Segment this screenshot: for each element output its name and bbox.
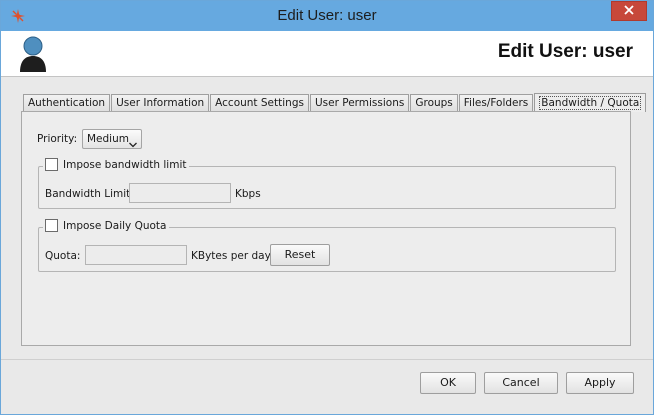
bandwidth-quota-panel: Priority: Medium Impose bandwidth limit …: [21, 111, 631, 346]
priority-select[interactable]: Medium: [82, 129, 142, 149]
cancel-button[interactable]: Cancel: [484, 372, 558, 394]
reset-button[interactable]: Reset: [270, 244, 330, 266]
tab-bandwidth-quota[interactable]: Bandwidth / Quota: [534, 93, 647, 112]
bandwidth-limit-label: Bandwidth Limit:: [45, 188, 134, 200]
quota-input[interactable]: [85, 245, 187, 265]
quota-unit: KBytes per day: [191, 250, 271, 262]
tab-account-settings[interactable]: Account Settings: [210, 94, 309, 112]
impose-daily-quota-checkbox[interactable]: [45, 219, 58, 232]
close-button[interactable]: [611, 1, 647, 21]
user-avatar-icon: [18, 35, 48, 73]
impose-daily-quota-label: Impose Daily Quota: [63, 219, 167, 232]
quota-label: Quota:: [45, 250, 81, 262]
banner-title: Edit User: user: [497, 41, 633, 62]
tab-groups[interactable]: Groups: [410, 94, 458, 112]
edit-user-window: Edit User: user Edit User: user Authenti…: [0, 0, 654, 415]
title-bar[interactable]: Edit User: user: [1, 1, 653, 31]
tab-user-information[interactable]: User Information: [111, 94, 210, 112]
bandwidth-limit-group: Impose bandwidth limit Bandwidth Limit: …: [38, 158, 616, 209]
daily-quota-group: Impose Daily Quota Quota: KBytes per day…: [38, 219, 616, 272]
chevron-down-icon: [129, 136, 137, 148]
bandwidth-limit-legend: Impose bandwidth limit: [43, 158, 190, 171]
impose-bandwidth-limit-checkbox[interactable]: [45, 158, 58, 171]
window-title: Edit User: user: [277, 7, 377, 24]
tab-authentication[interactable]: Authentication: [23, 94, 111, 112]
bandwidth-limit-input[interactable]: [129, 183, 231, 203]
tab-user-permissions[interactable]: User Permissions: [309, 94, 410, 112]
apply-button[interactable]: Apply: [566, 372, 634, 394]
footer-divider: [1, 359, 653, 360]
tab-strip: Authentication User Information Account …: [23, 93, 647, 112]
tab-files-folders[interactable]: Files/Folders: [458, 94, 534, 112]
ok-button[interactable]: OK: [420, 372, 476, 394]
priority-label: Priority:: [37, 133, 78, 145]
close-icon: [624, 4, 634, 18]
daily-quota-legend: Impose Daily Quota: [43, 219, 170, 232]
impose-bandwidth-limit-label: Impose bandwidth limit: [63, 158, 187, 171]
bandwidth-limit-unit: Kbps: [235, 188, 261, 200]
priority-value: Medium: [87, 133, 129, 145]
header-banner: Edit User: user: [1, 31, 653, 77]
